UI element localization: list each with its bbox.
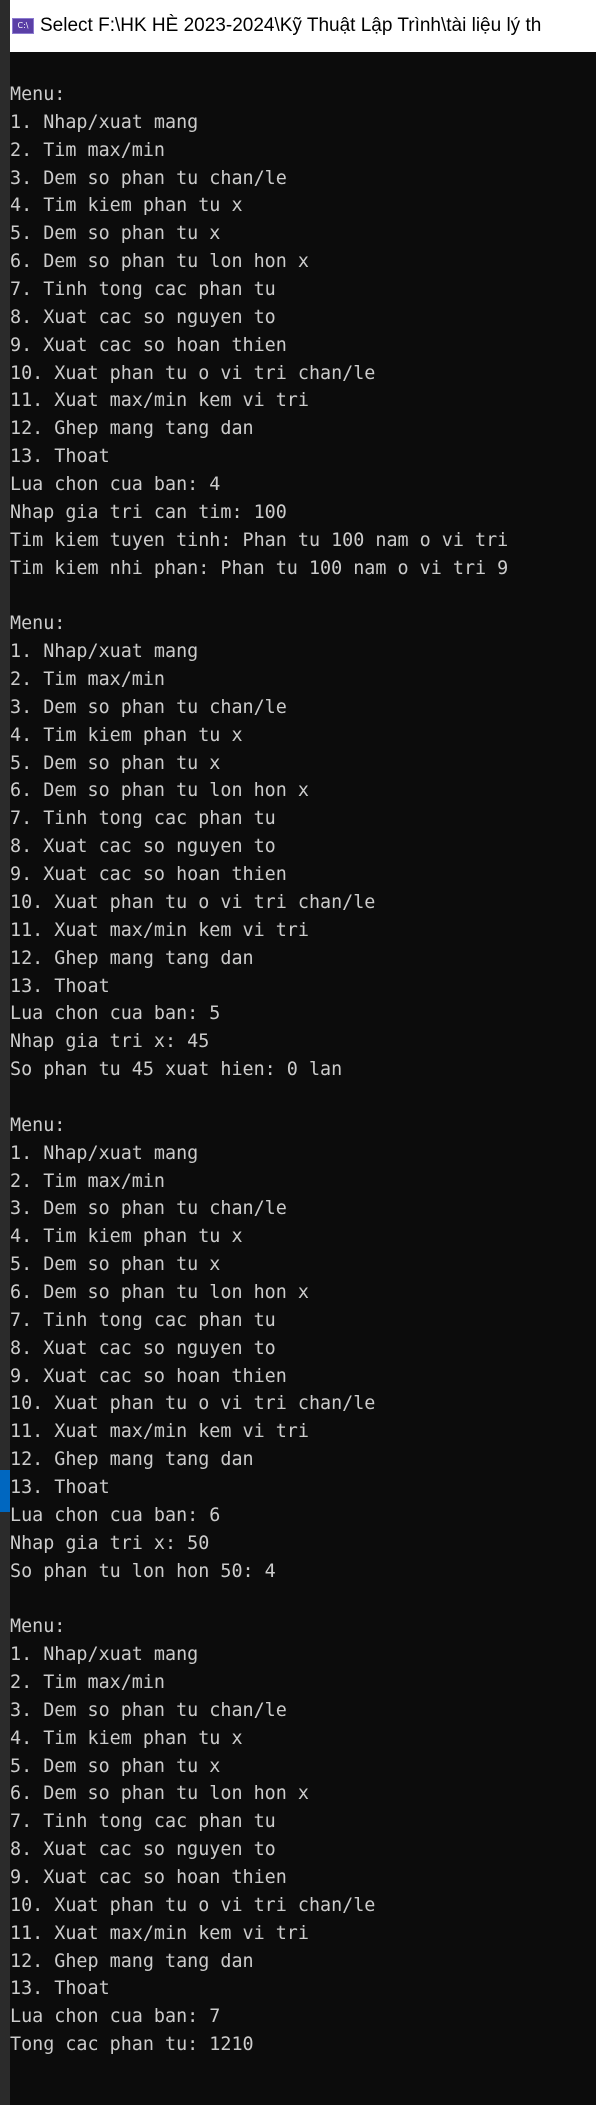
console-line: Tong cac phan tu: 1210 (10, 2034, 254, 2056)
console-line: 8. Xuat cac so nguyen to (10, 306, 276, 328)
console-line: Menu: (10, 1616, 66, 1638)
console-line: 12. Ghep mang tang dan (10, 1950, 254, 1972)
console-line: Lua chon cua ban: 6 (10, 1504, 221, 1526)
console-line: So phan tu 45 xuat hien: 0 lan (10, 1059, 343, 1081)
console-line: Menu: (10, 613, 66, 635)
console-line: 2. Tim max/min (10, 1671, 166, 1693)
console-line: 7. Tinh tong cac phan tu (10, 279, 276, 301)
console-line: 13. Thoat (10, 1978, 110, 2000)
console-line: 8. Xuat cac so nguyen to (10, 836, 276, 858)
window-title: Select F:\HK HÈ 2023-2024\Kỹ Thuật Lập T… (40, 15, 542, 36)
console-line: 7. Tinh tong cac phan tu (10, 1309, 276, 1331)
window-title-bar[interactable]: C:\ Select F:\HK HÈ 2023-2024\Kỹ Thuật L… (10, 0, 596, 52)
console-line: Menu: (10, 84, 66, 105)
console-line: 12. Ghep mang tang dan (10, 1449, 254, 1471)
console-line: 1. Nhap/xuat mang (10, 1644, 199, 1666)
console-line: Menu: (10, 1114, 66, 1136)
console-app-icon: C:\ (12, 18, 34, 34)
console-line: 1. Nhap/xuat mang (10, 1142, 199, 1164)
console-line: Nhap gia tri can tim: 100 (10, 501, 287, 523)
console-line: 10. Xuat phan tu o vi tri chan/le (10, 891, 376, 913)
console-line: 12. Ghep mang tang dan (10, 947, 254, 969)
console-line: Lua chon cua ban: 5 (10, 1003, 221, 1025)
console-line: 3. Dem so phan tu chan/le (10, 1699, 287, 1721)
console-line: 7. Tinh tong cac phan tu (10, 808, 276, 830)
console-line: 6. Dem so phan tu lon hon x (10, 1783, 309, 1805)
console-line: 11. Xuat max/min kem vi tri (10, 1421, 309, 1443)
background-window-edge (0, 0, 10, 2105)
console-line: 11. Xuat max/min kem vi tri (10, 390, 309, 412)
console-line: 9. Xuat cac so hoan thien (10, 864, 287, 886)
console-line: 3. Dem so phan tu chan/le (10, 696, 287, 718)
console-line: 12. Ghep mang tang dan (10, 418, 254, 440)
console-line: Nhap gia tri x: 45 (10, 1031, 210, 1053)
console-line: 13. Thoat (10, 1476, 110, 1498)
console-line: 10. Xuat phan tu o vi tri chan/le (10, 1393, 376, 1415)
console-line: 8. Xuat cac so nguyen to (10, 1839, 276, 1861)
console-line: 3. Dem so phan tu chan/le (10, 1198, 287, 1220)
console-line: Lua chon cua ban: 7 (10, 2006, 221, 2028)
console-line: 4. Tim kiem phan tu x (10, 724, 243, 746)
console-line: 9. Xuat cac so hoan thien (10, 334, 287, 356)
console-output[interactable]: Menu: 1. Nhap/xuat mang 2. Tim max/min 3. D… (10, 81, 596, 2105)
console-line: Tim kiem tuyen tinh: Phan tu 100 nam o v… (10, 529, 509, 551)
console-line: 6. Dem so phan tu lon hon x (10, 251, 309, 273)
console-line: 9. Xuat cac so hoan thien (10, 1365, 287, 1387)
console-line: 8. Xuat cac so nguyen to (10, 1337, 276, 1359)
console-line: 11. Xuat max/min kem vi tri (10, 919, 309, 941)
console-line: 7. Tinh tong cac phan tu (10, 1811, 276, 1833)
console-line: 5. Dem so phan tu x (10, 1254, 221, 1276)
console-line: 13. Thoat (10, 975, 110, 997)
console-line: Lua chon cua ban: 4 (10, 474, 221, 496)
console-line: 2. Tim max/min (10, 1170, 166, 1192)
background-selection-highlight (0, 1470, 10, 1512)
console-line: 5. Dem so phan tu x (10, 1755, 221, 1777)
console-line: So phan tu lon hon 50: 4 (10, 1560, 276, 1582)
console-line: 6. Dem so phan tu lon hon x (10, 1281, 309, 1303)
console-line: 1. Nhap/xuat mang (10, 111, 199, 133)
console-line: 5. Dem so phan tu x (10, 752, 221, 774)
console-line: 6. Dem so phan tu lon hon x (10, 780, 309, 802)
console-line: 4. Tim kiem phan tu x (10, 195, 243, 217)
console-line: 11. Xuat max/min kem vi tri (10, 1922, 309, 1944)
console-line: 3. Dem so phan tu chan/le (10, 167, 287, 189)
console-line: 1. Nhap/xuat mang (10, 641, 199, 663)
console-line: 10. Xuat phan tu o vi tri chan/le (10, 362, 376, 384)
console-line: 2. Tim max/min (10, 669, 166, 691)
console-line: 9. Xuat cac so hoan thien (10, 1867, 287, 1888)
console-line: 4. Tim kiem phan tu x (10, 1226, 243, 1248)
console-line: Tim kiem nhi phan: Phan tu 100 nam o vi … (10, 557, 509, 579)
console-line: 2. Tim max/min (10, 139, 166, 161)
console-line: 10. Xuat phan tu o vi tri chan/le (10, 1894, 376, 1916)
console-line: 5. Dem so phan tu x (10, 223, 221, 245)
console-line: 4. Tim kiem phan tu x (10, 1727, 243, 1749)
console-line: Nhap gia tri x: 50 (10, 1532, 210, 1554)
console-line: 13. Thoat (10, 446, 110, 468)
